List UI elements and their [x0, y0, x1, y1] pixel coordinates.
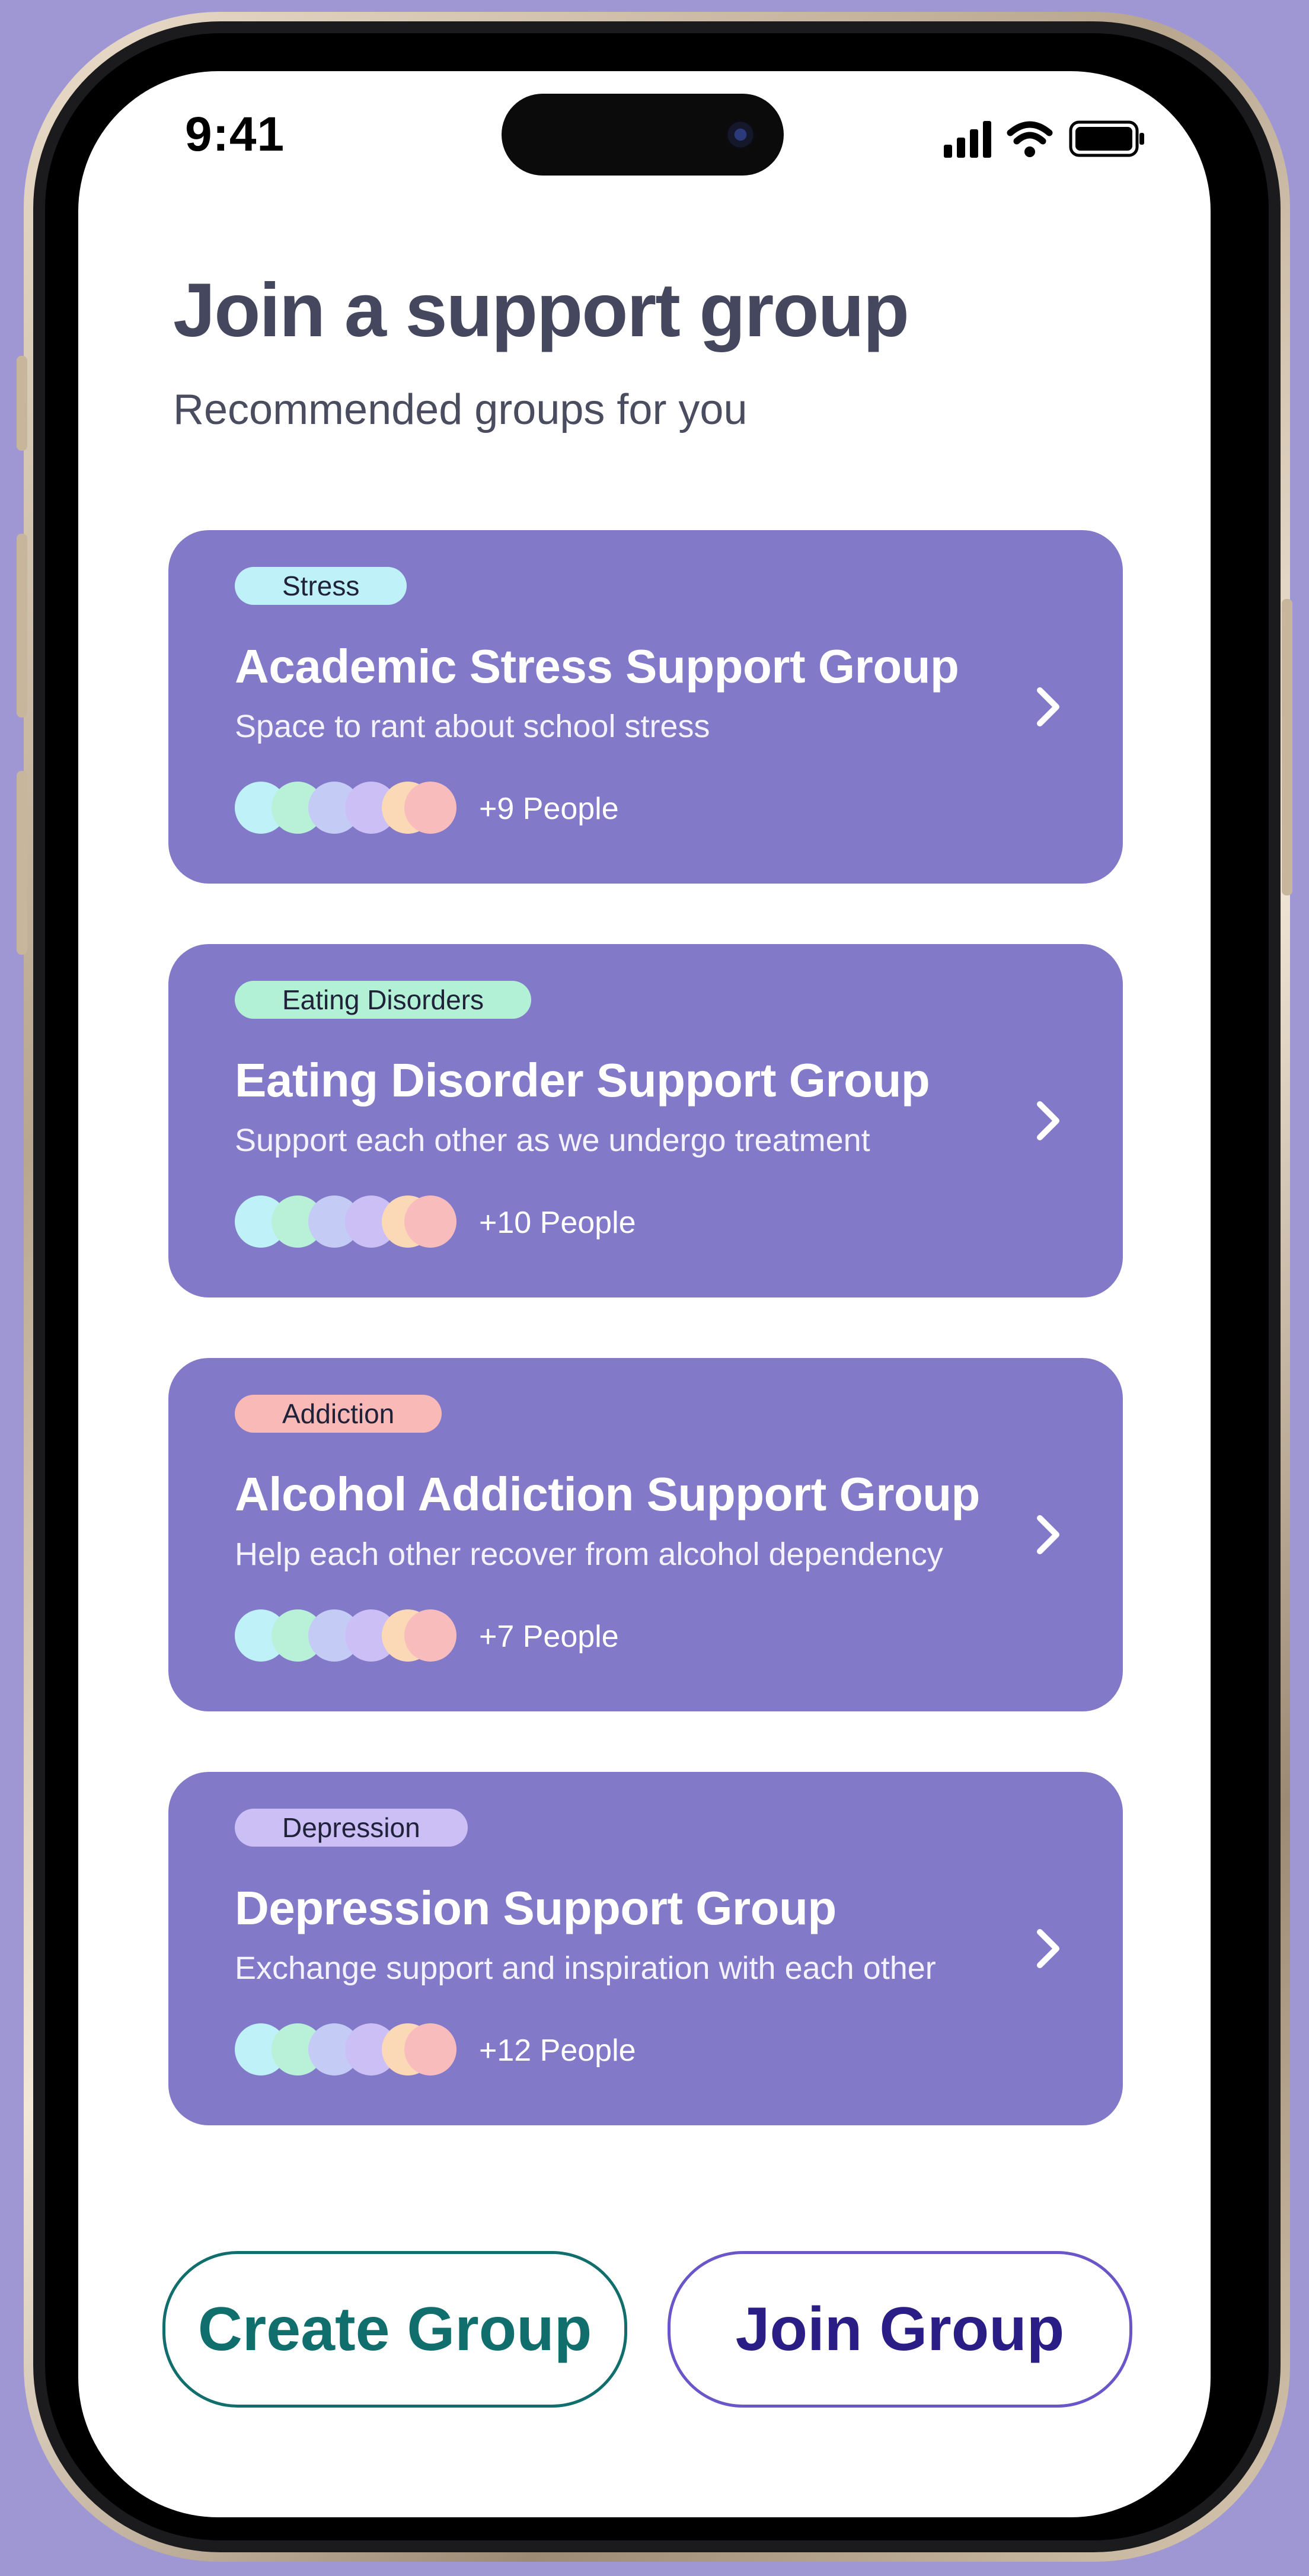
member-avatars	[235, 1195, 472, 1248]
group-tag: Depression	[235, 1809, 468, 1847]
camera-icon	[726, 120, 755, 149]
member-count: +7 People	[479, 1619, 619, 1654]
page-title: Join a support group	[173, 268, 909, 353]
avatar	[404, 782, 456, 834]
avatar	[404, 2023, 456, 2076]
group-card-depression[interactable]: Depression Depression Support Group Exch…	[168, 1772, 1123, 2125]
group-title: Alcohol Addiction Support Group	[235, 1468, 980, 1520]
avatar	[404, 1195, 456, 1248]
group-title: Depression Support Group	[235, 1882, 837, 1934]
power-button	[1282, 599, 1292, 895]
chevron-right-icon[interactable]	[1024, 1925, 1072, 1972]
member-avatars	[235, 1609, 472, 1662]
wifi-icon	[1007, 121, 1053, 157]
group-title: Eating Disorder Support Group	[235, 1054, 930, 1107]
avatar	[404, 1609, 456, 1662]
volume-up-button	[17, 534, 27, 718]
group-tag: Addiction	[235, 1395, 442, 1433]
create-group-button[interactable]: Create Group	[162, 2251, 627, 2408]
member-count: +10 People	[479, 1206, 636, 1240]
phone-screen: 9:41 Join a support group Recommended gr…	[78, 71, 1211, 2517]
volume-down-button	[17, 771, 27, 955]
group-card-alcohol-addiction[interactable]: Addiction Alcohol Addiction Support Grou…	[168, 1358, 1123, 1711]
page-subtitle: Recommended groups for you	[173, 386, 748, 433]
group-tag: Stress	[235, 567, 407, 605]
group-tag: Eating Disorders	[235, 981, 532, 1019]
member-avatars	[235, 2023, 472, 2076]
chevron-right-icon[interactable]	[1024, 1097, 1072, 1144]
status-time: 9:41	[185, 107, 285, 161]
group-description: Help each other recover from alcohol dep…	[235, 1536, 943, 1572]
join-group-button[interactable]: Join Group	[668, 2251, 1132, 2408]
cellular-signal-icon	[944, 121, 991, 158]
group-card-academic-stress[interactable]: Stress Academic Stress Support Group Spa…	[168, 530, 1123, 884]
member-avatars	[235, 782, 472, 834]
group-description: Exchange support and inspiration with ea…	[235, 1950, 936, 1986]
group-card-eating-disorder[interactable]: Eating Disorders Eating Disorder Support…	[168, 944, 1123, 1297]
member-count: +12 People	[479, 2033, 636, 2068]
battery-icon	[1069, 120, 1144, 157]
action-button	[17, 356, 27, 451]
group-description: Support each other as we undergo treatme…	[235, 1123, 870, 1158]
member-count: +9 People	[479, 792, 619, 826]
dynamic-island	[502, 94, 784, 176]
group-description: Space to rant about school stress	[235, 709, 710, 744]
chevron-right-icon[interactable]	[1024, 683, 1072, 731]
group-title: Academic Stress Support Group	[235, 640, 959, 693]
status-icons	[944, 120, 1144, 158]
chevron-right-icon[interactable]	[1024, 1511, 1072, 1558]
